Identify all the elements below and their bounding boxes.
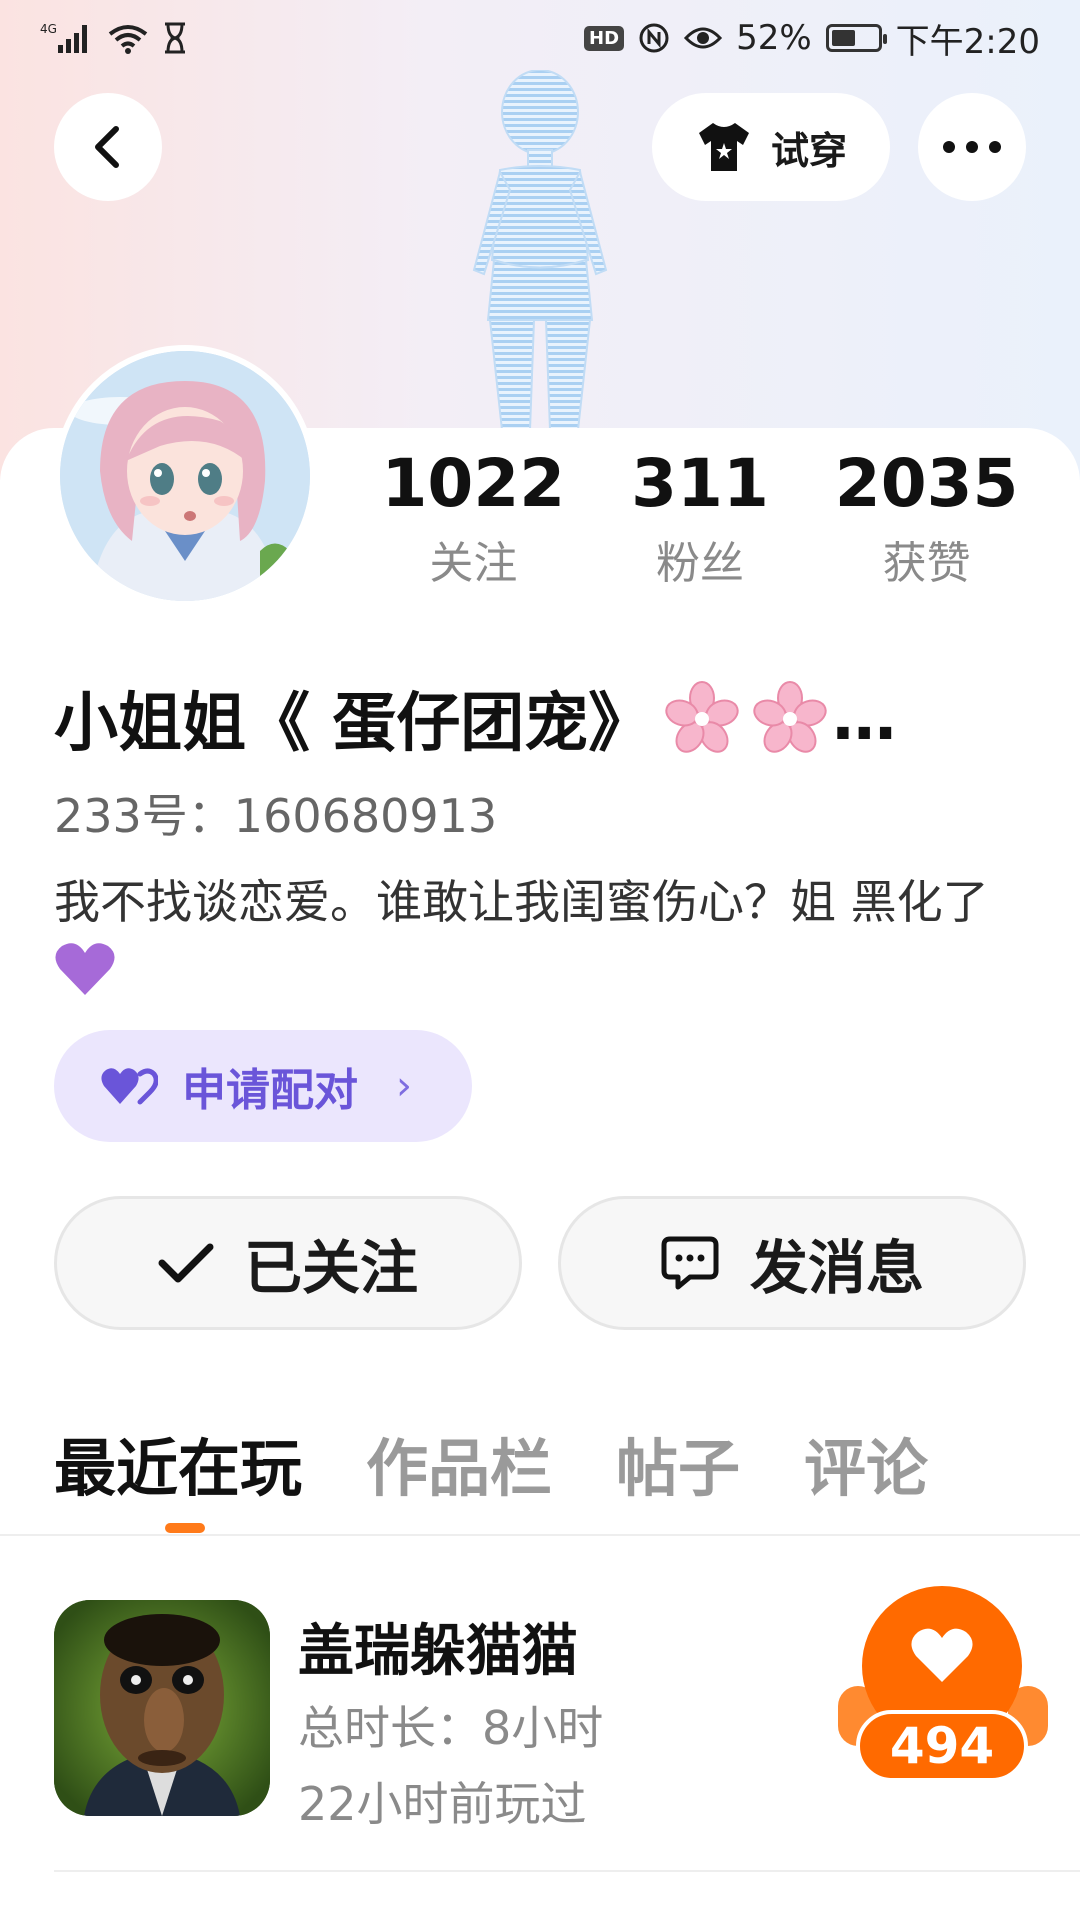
eye-icon [684, 25, 723, 51]
svg-text:4G: 4G [40, 22, 57, 36]
request-pair-button[interactable]: 申请配对 › [54, 1030, 472, 1142]
battery-percent: 52% [736, 18, 812, 58]
cherry-blossom-icon [665, 681, 739, 753]
hd-badge: HD [584, 25, 625, 51]
purple-heart-icon [55, 942, 115, 995]
more-horizontal-icon [943, 141, 1001, 153]
stat-followers-value: 311 [631, 445, 769, 522]
game-total-duration: 总时长：8小时 [298, 1701, 604, 1755]
stat-following-label: 关注 [429, 537, 518, 589]
bio-text: 我不找谈恋爱。谁敢让我闺蜜伤心？姐 黑化了 [54, 875, 989, 929]
chevron-left-icon [95, 126, 119, 168]
stat-following-value: 1022 [381, 445, 566, 522]
tabs-divider [0, 1534, 1080, 1536]
status-left: 4G [40, 21, 188, 55]
chevron-right-icon: › [396, 1063, 412, 1109]
try-on-label: 试穿 [770, 128, 847, 173]
profile-bio: 我不找谈恋爱。谁敢让我闺蜜伤心？姐 黑化了 [54, 870, 1034, 999]
following-label: 已关注 [243, 1234, 418, 1302]
clock-time: 下午2:20 [895, 21, 1040, 62]
following-button[interactable]: 已关注 [54, 1196, 522, 1330]
try-on-button[interactable]: 试穿 [652, 93, 890, 201]
profile-stats: 1022 关注 311 粉丝 2035 获赞 [360, 445, 1040, 591]
hourglass-icon [162, 22, 188, 54]
anime-girl-avatar-image [60, 351, 310, 601]
user-id: 233号：160680913 [54, 789, 498, 843]
tab-works[interactable]: 作品栏 [366, 1418, 552, 1508]
active-tab-indicator [165, 1523, 205, 1533]
back-button[interactable] [54, 93, 162, 201]
tab-recently-played[interactable]: 最近在玩 [54, 1418, 302, 1508]
request-pair-label: 申请配对 [182, 1065, 358, 1116]
tab-comments[interactable]: 评论 [804, 1418, 928, 1508]
cherry-blossom-icon [753, 681, 827, 753]
double-heart-icon [101, 1068, 158, 1105]
wifi-icon [108, 22, 148, 54]
stat-followers[interactable]: 311 粉丝 [600, 445, 800, 591]
checkmark-icon [158, 1243, 214, 1283]
chat-bubble-icon [661, 1236, 719, 1290]
game-last-played: 22小时前玩过 [298, 1777, 587, 1831]
battery-level-fill [831, 30, 855, 46]
stat-following[interactable]: 1022 关注 [373, 445, 573, 591]
profile-nickname: 小姐姐《 蛋仔团宠》 … [54, 672, 1014, 764]
hologram-avatar-figure [472, 70, 608, 430]
send-message-label: 发消息 [749, 1234, 924, 1302]
stat-likes-label: 获赞 [882, 537, 971, 589]
stat-likes-value: 2035 [834, 445, 1019, 522]
profile-avatar[interactable] [54, 345, 316, 607]
like-count: 494 [856, 1710, 1028, 1782]
game-icon-image [54, 1600, 270, 1816]
status-bar: 4G HD 52% 下午2:20 [0, 0, 1080, 76]
nfc-icon [638, 22, 670, 54]
cellular-signal-icon: 4G [40, 21, 94, 55]
nickname-text: 小姐姐《 蛋仔团宠》 [54, 687, 653, 761]
list-divider [54, 1870, 1080, 1872]
battery-icon [825, 24, 887, 52]
game-like-button[interactable]: 494 [838, 1586, 1048, 1786]
profile-tabs: 最近在玩 作品栏 帖子 评论 [54, 1418, 1044, 1508]
tab-posts[interactable]: 帖子 [616, 1418, 740, 1508]
stat-followers-label: 粉丝 [655, 537, 744, 589]
more-options-button[interactable] [918, 93, 1026, 201]
heart-icon [911, 1628, 973, 1682]
nickname-ellipsis: … [832, 681, 897, 755]
tshirt-icon [698, 123, 749, 171]
game-title: 盖瑞躲猫猫 [298, 1619, 578, 1684]
status-right: HD 52% 下午2:20 [584, 14, 1040, 63]
stat-likes[interactable]: 2035 获赞 [827, 445, 1027, 591]
send-message-button[interactable]: 发消息 [558, 1196, 1026, 1330]
